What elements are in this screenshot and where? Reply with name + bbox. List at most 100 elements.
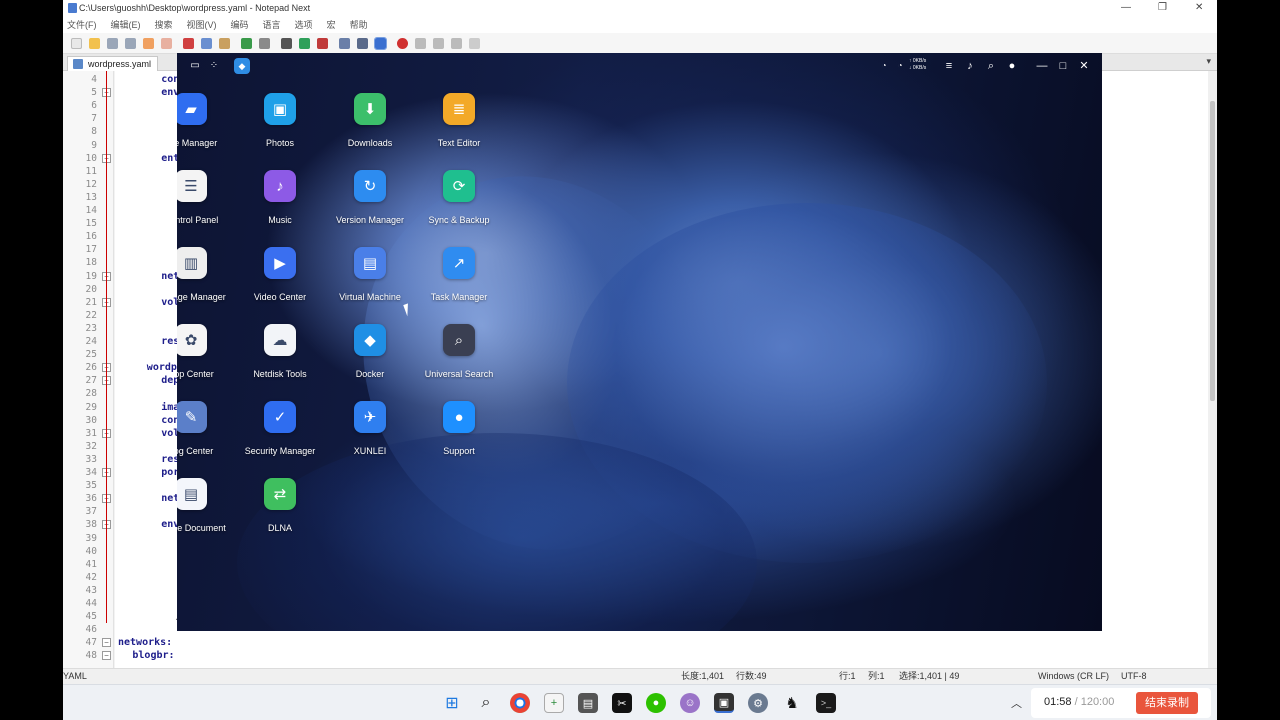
menu-encoding[interactable]: 编码 [231,18,249,31]
app-sync-backup[interactable]: ⟳ Sync & Backup [414,170,504,225]
capcut-icon[interactable]: ✂ [612,693,632,713]
file-explorer-icon[interactable]: ▤ [578,693,598,713]
menu-view[interactable]: 视图(V) [187,18,217,31]
app-docker[interactable]: ◆ Docker [325,324,415,379]
toolbar [63,33,1217,54]
wechat-icon[interactable]: ● [646,693,666,713]
menu-language[interactable]: 语言 [263,18,281,31]
app-xunlei[interactable]: ✈ XUNLEI [325,401,415,456]
indent-guide-icon[interactable] [374,37,387,50]
close-icon[interactable]: ✕ [1195,0,1203,16]
tab-list-chevron-icon[interactable]: ▾ [1206,56,1211,67]
docker-running-icon[interactable]: ◆ [234,58,250,74]
fold-toggle-icon[interactable]: − [102,638,111,648]
app-netdisk-tools[interactable]: ☁ Netdisk Tools [235,324,325,379]
app-dlna[interactable]: ⇄ DLNA [235,478,325,533]
elapsed-time: 01:58 [1044,696,1072,708]
search-icon[interactable]: ⌕ [476,693,496,713]
sliders-icon: ☰ [177,170,207,202]
app-online-document[interactable]: ▤ Online Document [177,478,236,533]
minimize-icon[interactable]: — [1036,60,1048,72]
app-version-manager[interactable]: ↻ Version Manager [325,170,415,225]
undo-icon[interactable] [241,38,252,49]
save-macro-icon[interactable] [469,38,480,49]
net-up: ↑ 0KB/s [909,58,927,64]
app-label: Storage Manager [177,292,226,302]
stop-macro-icon[interactable] [415,38,426,49]
vertical-scrollbar[interactable] [1208,71,1217,668]
recorder-app-icon[interactable]: ▣ [714,693,734,713]
terminal-icon[interactable]: >_ [816,693,836,713]
redo-icon[interactable] [259,38,270,49]
show-all-chars-icon[interactable] [357,38,368,49]
find-icon[interactable] [281,38,292,49]
app-app-center[interactable]: ✿ App Center [177,324,236,379]
close-file-icon[interactable] [143,38,154,49]
chevron-up-icon[interactable]: ︿ [1011,695,1022,711]
record-macro-icon[interactable] [397,38,408,49]
app-task-manager[interactable]: ↗ Task Manager [414,247,504,302]
paste-icon[interactable] [219,38,230,49]
chrome-icon[interactable] [510,693,530,713]
app-support[interactable]: ● Support [414,401,504,456]
widgets-icon[interactable]: ≡ [943,60,955,72]
menu-file[interactable]: 文件(F) [67,18,97,31]
app-music[interactable]: ♪ Music [235,170,325,225]
menu-search[interactable]: 搜索 [155,18,173,31]
menu-help[interactable]: 帮助 [350,18,368,31]
app-label: Video Center [253,292,307,302]
app-log-center[interactable]: ✎ Log Center [177,401,236,456]
minimize-icon[interactable]: — [1121,0,1131,16]
fold-toggle-icon[interactable]: − [102,651,111,661]
save-icon[interactable] [107,38,118,49]
line-number: 24 [85,336,97,347]
zoom-out-icon[interactable] [317,38,328,49]
app-virtual-machine[interactable]: ▤ Virtual Machine [325,247,415,302]
qq-penguin-icon[interactable]: ♞ [782,693,802,713]
user-icon[interactable]: ● [1006,60,1018,72]
copy-icon[interactable] [201,38,212,49]
app-downloads[interactable]: ⬇ Downloads [325,93,415,148]
scrollbar-thumb[interactable] [1210,101,1215,401]
settings-gear-icon[interactable]: ⚙ [748,693,768,713]
app-control-panel[interactable]: ☰ Control Panel [177,170,236,225]
word-wrap-icon[interactable] [339,38,350,49]
app-photos[interactable]: ▣ Photos [235,93,325,148]
app-label: Sync & Backup [428,215,490,225]
close-icon[interactable]: ✕ [1078,60,1090,72]
menu-macro[interactable]: 宏 [327,18,336,31]
tab-wordpress-yaml[interactable]: wordpress.yaml [67,56,159,71]
code-line: networks: [118,637,173,649]
app-label: Netdisk Tools [253,369,307,379]
open-folder-icon[interactable] [89,38,100,49]
code-line: blogbr: [132,650,175,662]
app-file-manager[interactable]: ▰ File Manager [177,93,236,148]
maximize-icon[interactable]: □ [1057,60,1069,72]
line-number: 23 [85,322,97,334]
app-text-editor[interactable]: ≣ Text Editor [414,93,504,148]
new-file-icon[interactable] [71,38,82,49]
save-all-icon[interactable] [125,38,136,49]
app-grid-icon[interactable]: ⁘ [208,60,220,72]
app-video-center[interactable]: ▶ Video Center [235,247,325,302]
notepad-next-icon[interactable]: + [544,693,564,713]
line-number: 9 [91,139,97,151]
app-security-manager[interactable]: ✓ Security Manager [235,401,325,456]
play-macro-icon[interactable] [433,38,444,49]
run-macro-multiple-icon[interactable] [451,38,462,49]
app-universal-search[interactable]: ⌕ Universal Search [414,324,504,379]
cut-icon[interactable] [183,38,194,49]
restore-icon[interactable]: ❐ [1158,0,1167,16]
close-all-icon[interactable] [161,38,172,49]
zoom-in-icon[interactable] [299,38,310,49]
cat-app-icon[interactable]: ☺ [680,693,700,713]
search-icon[interactable]: ⌕ [985,60,997,72]
show-desktop-icon[interactable]: ▭ [189,60,201,72]
window-title: C:\Users\guoshh\Desktop\wordpress.yaml -… [79,3,311,13]
app-storage-manager[interactable]: ▥ Storage Manager [177,247,236,302]
menu-edit[interactable]: 编辑(E) [111,18,141,31]
bell-icon[interactable]: ♪ [964,60,976,72]
windows-start-icon[interactable]: ⊞ [442,693,462,713]
stop-recording-button[interactable]: 结束录制 [1136,692,1198,714]
menu-options[interactable]: 选项 [295,18,313,31]
